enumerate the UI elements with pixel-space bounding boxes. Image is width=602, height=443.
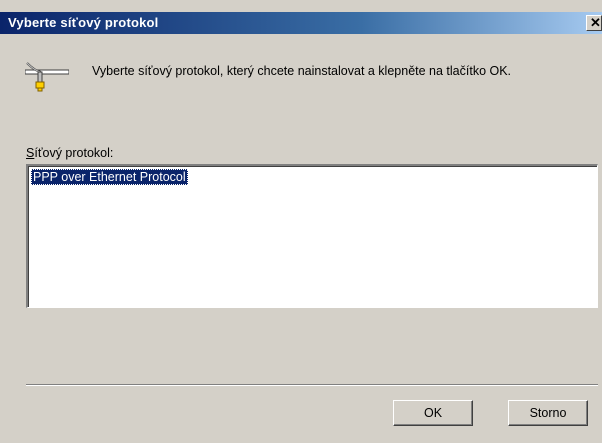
- ok-button[interactable]: OK: [393, 400, 473, 426]
- title-bar[interactable]: Vyberte síťový protokol ✕: [0, 12, 602, 34]
- window-title: Vyberte síťový protokol: [8, 15, 159, 30]
- list-label-text: íťový protokol:: [34, 146, 114, 160]
- protocol-list-label: Síťový protokol:: [26, 146, 113, 160]
- list-item[interactable]: PPP over Ethernet Protocol: [31, 169, 188, 185]
- close-icon: ✕: [590, 15, 601, 30]
- separator: [26, 384, 598, 386]
- protocol-listbox[interactable]: PPP over Ethernet Protocol: [26, 164, 598, 308]
- close-button[interactable]: ✕: [586, 15, 602, 31]
- dialog-window: Vyberte síťový protokol ✕ Vyberte síťový…: [0, 0, 602, 443]
- cancel-button[interactable]: Storno: [508, 400, 588, 426]
- instruction-text: Vyberte síťový protokol, který chcete na…: [92, 64, 512, 78]
- network-protocol-icon: [25, 62, 69, 92]
